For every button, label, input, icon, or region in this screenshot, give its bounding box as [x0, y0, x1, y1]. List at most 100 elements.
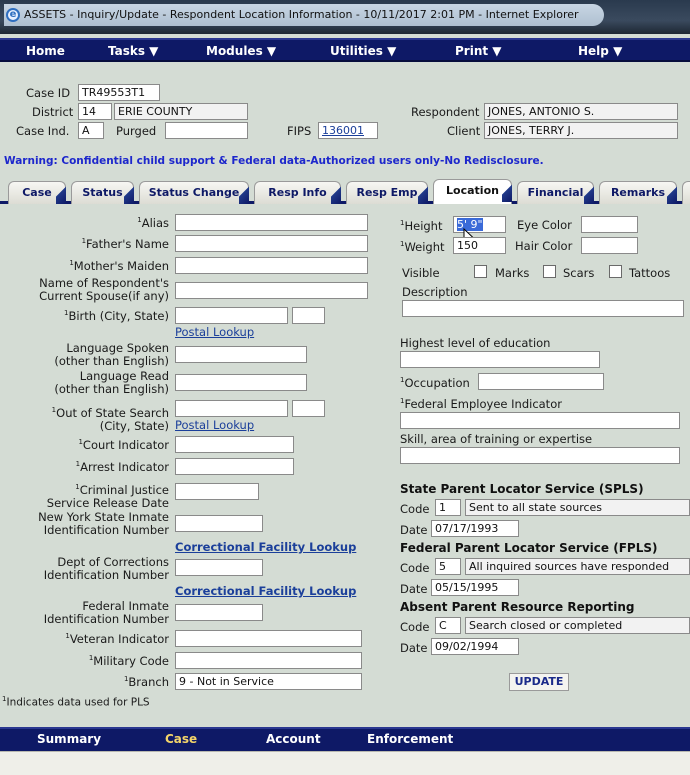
marks-checkbox[interactable]: [474, 265, 487, 278]
bottom-nav-enforcement[interactable]: Enforcement: [367, 732, 453, 746]
language-read-line1: Language Read: [79, 369, 169, 383]
case-id-field[interactable]: TR49553T1: [78, 84, 160, 101]
tab-location[interactable]: Location: [433, 179, 512, 204]
cj-release-line2: Service Release Date: [46, 495, 169, 510]
occupation-label: 1Occupation: [400, 376, 470, 390]
menu-modules[interactable]: Modules ▼: [206, 40, 276, 62]
height-field[interactable]: 5' 9": [453, 216, 506, 233]
fed-employee-field[interactable]: [400, 412, 680, 429]
veteran-indicator-field[interactable]: [175, 630, 362, 647]
fpls-desc-field: All inquired sources have responded: [465, 558, 690, 575]
birth-state-field[interactable]: [292, 307, 325, 324]
education-field[interactable]: [400, 351, 600, 368]
aprr-date-field[interactable]: 09/02/1994: [431, 638, 519, 655]
tab-resp-info-label: Resp Info: [268, 186, 327, 199]
tab-corner-icon: [239, 182, 249, 204]
correctional-lookup-link-1[interactable]: Correctional Facility Lookup: [175, 540, 356, 554]
scars-checkbox[interactable]: [543, 265, 556, 278]
language-read-label: Language Read (other than English): [54, 370, 169, 396]
eye-color-field[interactable]: [581, 216, 638, 233]
mothers-maiden-field[interactable]: [175, 257, 368, 274]
description-field[interactable]: [402, 300, 684, 317]
menu-tasks[interactable]: Tasks ▼: [108, 40, 158, 62]
federal-inmate-field[interactable]: [175, 604, 263, 621]
tab-case[interactable]: Case: [8, 181, 66, 204]
skill-field[interactable]: [400, 447, 680, 464]
hair-color-field[interactable]: [581, 237, 638, 254]
tab-corner-icon: [418, 182, 428, 204]
fpls-heading: Federal Parent Locator Service (FPLS): [400, 541, 658, 555]
correctional-lookup-link-2[interactable]: Correctional Facility Lookup: [175, 584, 356, 598]
case-ind-field[interactable]: A: [78, 122, 104, 139]
language-spoken-line2: (other than English): [54, 354, 169, 368]
tab-resp-info[interactable]: Resp Info: [254, 181, 341, 204]
fathers-name-field[interactable]: [175, 235, 368, 252]
fips-field[interactable]: 136001: [318, 122, 378, 139]
menu-help[interactable]: Help ▼: [578, 40, 622, 62]
bottom-nav-summary[interactable]: Summary: [37, 732, 101, 746]
bottom-nav-account[interactable]: Account: [266, 732, 321, 746]
menu-print[interactable]: Print ▼: [455, 40, 502, 62]
tab-corner-icon: [584, 182, 594, 204]
fpls-date-label: Date: [400, 582, 428, 596]
bottom-nav-case[interactable]: Case: [165, 732, 197, 746]
occupation-field[interactable]: [478, 373, 604, 390]
eye-color-label: Eye Color: [517, 218, 572, 232]
court-indicator-field[interactable]: [175, 436, 294, 453]
tab-status[interactable]: Status: [71, 181, 134, 204]
spouse-label-line1: Name of Respondent's: [39, 276, 169, 290]
spouse-field[interactable]: [175, 282, 368, 299]
branch-field[interactable]: 9 - Not in Service: [175, 673, 362, 690]
nys-inmate-label: New York State Inmate Identification Numb…: [38, 511, 169, 537]
tattoos-label: Tattoos: [629, 266, 671, 280]
doc-id-line2: Identification Number: [43, 568, 169, 582]
tab-status-change[interactable]: Status Change: [139, 181, 249, 204]
birth-city-field[interactable]: [175, 307, 288, 324]
fathers-name-label-text: Father's Name: [86, 237, 169, 251]
tab-financial[interactable]: Financial: [517, 181, 594, 204]
spls-date-field[interactable]: 07/17/1993: [431, 520, 519, 537]
language-read-line2: (other than English): [54, 382, 169, 396]
oos-state-field[interactable]: [292, 400, 325, 417]
postal-lookup-link-1[interactable]: Postal Lookup: [175, 325, 254, 339]
postal-lookup-link-2[interactable]: Postal Lookup: [175, 418, 254, 432]
language-spoken-field[interactable]: [175, 346, 307, 363]
marks-label: Marks: [495, 266, 530, 280]
spls-code-field[interactable]: 1: [435, 499, 461, 516]
cj-release-date-field[interactable]: [175, 483, 259, 500]
doc-id-line1: Dept of Corrections: [57, 555, 169, 569]
aprr-desc-field: Search closed or completed: [465, 617, 690, 634]
cj-release-label: 1Criminal Justice Service Release Date: [46, 482, 169, 510]
client-field: JONES, TERRY J.: [484, 122, 678, 139]
military-code-field[interactable]: [175, 652, 362, 669]
nys-inmate-field[interactable]: [175, 515, 263, 532]
skill-label: Skill, area of training or expertise: [400, 432, 593, 446]
language-read-field[interactable]: [175, 374, 307, 391]
update-button[interactable]: UPDATE: [509, 673, 569, 691]
tab-overflow[interactable]: [682, 181, 690, 204]
arrest-indicator-field[interactable]: [175, 458, 294, 475]
veteran-indicator-label-text: Veteran Indicator: [69, 632, 169, 646]
doc-id-field[interactable]: [175, 559, 263, 576]
fpls-code-field[interactable]: 5: [435, 558, 461, 575]
district-code-field[interactable]: 14: [78, 103, 112, 120]
menu-home[interactable]: Home: [26, 40, 65, 62]
tab-remarks[interactable]: Remarks: [599, 181, 677, 204]
fpls-date-field[interactable]: 05/15/1995: [431, 579, 519, 596]
tab-location-label: Location: [446, 184, 499, 197]
fed-employee-label: 1Federal Employee Indicator: [400, 397, 562, 411]
menu-utilities[interactable]: Utilities ▼: [330, 40, 396, 62]
tattoos-checkbox[interactable]: [609, 265, 622, 278]
tab-resp-emp[interactable]: Resp Emp: [346, 181, 428, 204]
spouse-label: Name of Respondent's Current Spouse(if an…: [39, 277, 169, 303]
ie-icon: e: [6, 8, 20, 22]
aprr-date-label: Date: [400, 641, 428, 655]
oos-city-field[interactable]: [175, 400, 288, 417]
purged-field[interactable]: [165, 122, 248, 139]
weight-field[interactable]: 150: [453, 237, 506, 254]
branch-label: 1Branch: [123, 675, 169, 689]
height-label: 1Height: [400, 219, 443, 233]
alias-field[interactable]: [175, 214, 368, 231]
tab-corner-icon: [502, 180, 512, 202]
aprr-code-field[interactable]: C: [435, 617, 461, 634]
